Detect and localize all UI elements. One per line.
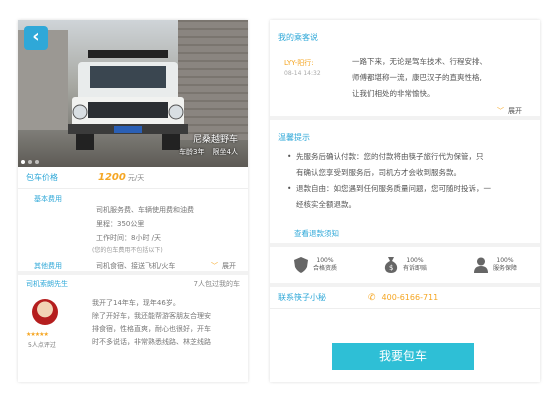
left-screen: ‹ 尼桑越野车 车龄3年 限坐4人 包车价格 1200 元/天 基本费用 司机服务…	[18, 20, 248, 382]
review-line: 一路下来，无论是驾车技术、行程安排、	[352, 57, 487, 66]
base-fee-line: 工作时间：8小时 /天	[96, 234, 162, 242]
other-fee-label: 其他费用	[34, 262, 62, 270]
tips-title: 温馨提示	[278, 133, 310, 142]
driver-profile: ★★★★★ 5人点评过 我开了14年车，现年46岁。 除了开好车，我还能帮游客朋…	[18, 293, 248, 373]
guarantee-bar: 100% 合格资质 $ 100% 有诉即赔 100% 服务保障	[270, 247, 540, 287]
other-fee-row: 其他费用 司机食宿、接送飞机/火车 ﹀ 展开	[18, 257, 248, 275]
price-value: 1200	[98, 172, 126, 183]
review-expand-button[interactable]: ﹀ 展开	[497, 106, 522, 116]
svg-text:$: $	[389, 264, 393, 272]
base-fee-section: 基本费用 司机服务费、车辆使用费和油费 里程：350公里 工作时间：8小时 /天	[18, 189, 248, 245]
review-section: 我的乘客说 LYY-阳行: 08-14 14:32 一路下来，无论是驾车技术、行…	[270, 20, 540, 120]
tip-item: 先服务后确认付款：您的付款将由筷子旅行代为保管，只 有确认您享受到服务后，司机方…	[284, 149, 530, 181]
driver-name: 司机索朗先生	[26, 280, 68, 288]
star-rating-icon: ★★★★★	[26, 331, 49, 338]
review-line: 师傅都堪称一流，康巴汉子的直爽性格,	[352, 73, 482, 82]
chevron-down-icon: ﹀	[497, 107, 504, 115]
car-age: 车龄3年	[179, 148, 205, 156]
driver-intro-line: 除了开好车，我还能帮游客朋友合理安	[92, 312, 211, 320]
back-button[interactable]: ‹	[24, 26, 48, 50]
contact-phone[interactable]: 400-6166-711	[382, 293, 439, 302]
review-title: 我的乘客说	[278, 33, 318, 42]
guarantee-pct: 100%	[316, 257, 334, 264]
carousel-dot[interactable]	[35, 160, 39, 164]
back-arrow-icon: ‹	[32, 26, 40, 47]
driver-eval-count: 5人点评过	[28, 342, 56, 349]
person-icon	[473, 257, 489, 273]
driver-avatar[interactable]	[32, 299, 58, 325]
driver-header: 司机索朗先生 7人包过我的车	[18, 275, 248, 293]
truck-image	[68, 50, 188, 150]
driver-intro-line: 我开了14年车，现年46岁。	[92, 299, 180, 307]
book-car-button[interactable]: 我要包车	[332, 343, 474, 370]
tip-line: 有确认您享受到服务后，司机方才会收到服务款。	[296, 168, 461, 177]
review-line: 让我们相处的非常愉快。	[352, 89, 435, 98]
carousel-dot[interactable]	[21, 160, 25, 164]
tip-line: 经核实全额退款。	[296, 200, 356, 209]
chevron-down-icon: ﹀	[211, 262, 218, 270]
contact-row[interactable]: 联系筷子小秘 ✆ 400-6166-711	[270, 287, 540, 309]
right-screen: 我的乘客说 LYY-阳行: 08-14 14:32 一路下来，无论是驾车技术、行…	[270, 20, 540, 382]
driver-intro-line: 排食宿，性格直爽，耐心也很好，开车	[92, 325, 211, 333]
guarantee-text: 服务保障	[492, 265, 517, 272]
driver-intro-line: 时不多说话，非常熟悉线路、林芝线路	[92, 338, 211, 346]
other-fee-value: 司机食宿、接送飞机/火车	[96, 262, 176, 270]
shield-icon	[293, 257, 309, 273]
tip-line: 先服务后确认付款：您的付款将由筷子旅行代为保管，只	[296, 152, 484, 161]
base-fee-line: 司机服务费、车辆使用费和油费	[96, 206, 194, 214]
guarantee-text: 有诉即赔	[402, 265, 427, 272]
carousel-dots[interactable]	[21, 160, 39, 164]
car-photo[interactable]: ‹ 尼桑越野车 车龄3年 限坐4人	[18, 20, 248, 167]
carousel-dot[interactable]	[28, 160, 32, 164]
money-bag-icon: $	[383, 257, 399, 273]
guarantee-compensation: $ 100% 有诉即赔	[383, 257, 427, 273]
guarantee-qualification: 100% 合格资质	[293, 257, 337, 273]
tip-line: 退款自由：如您遇到任何服务质量问题，您可随时投诉，一	[296, 184, 491, 193]
tips-section: 温馨提示 先服务后确认付款：您的付款将由筷子旅行代为保管，只 有确认您享受到服务…	[270, 120, 540, 247]
review-user: LYY-阳行:	[284, 59, 314, 67]
expand-label: 展开	[508, 107, 522, 115]
car-name: 尼桑越野车	[192, 135, 238, 145]
base-fee-line: 里程：350公里	[96, 220, 145, 228]
base-fee-label: 基本费用	[34, 195, 62, 203]
guarantee-text: 合格资质	[312, 265, 337, 272]
tip-item: 退款自由：如您遇到任何服务质量问题，您可随时投诉，一 经核实全额退款。	[284, 181, 530, 213]
fee-note: (您的包车费用不包括以下)	[92, 247, 163, 254]
driver-rating-count: 7人包过我的车	[193, 280, 240, 288]
driver-intro: 我开了14年车，现年46岁。 除了开好车，我还能帮游客朋友合理安 排食宿，性格直…	[92, 297, 242, 349]
other-fee-expand-button[interactable]: ﹀ 展开	[211, 257, 236, 275]
phone-icon: ✆	[368, 292, 376, 303]
price-unit: 元/天	[127, 173, 145, 182]
price-row: 包车价格 1200 元/天	[18, 167, 248, 189]
car-seats: 限坐4人	[212, 148, 238, 156]
car-meta: 车龄3年 限坐4人	[171, 147, 238, 157]
review-time: 08-14 14:32	[284, 70, 321, 77]
expand-label: 展开	[222, 262, 236, 270]
guarantee-pct: 100%	[496, 257, 514, 264]
guarantee-service: 100% 服务保障	[473, 257, 517, 273]
refund-policy-link[interactable]: 查看退款须知	[294, 228, 339, 239]
review-text: 一路下来，无论是驾车技术、行程安排、 师傅都堪称一流，康巴汉子的直爽性格, 让我…	[352, 54, 530, 102]
price-label: 包车价格	[26, 173, 58, 182]
guarantee-pct: 100%	[406, 257, 424, 264]
contact-label: 联系筷子小秘	[278, 293, 326, 302]
